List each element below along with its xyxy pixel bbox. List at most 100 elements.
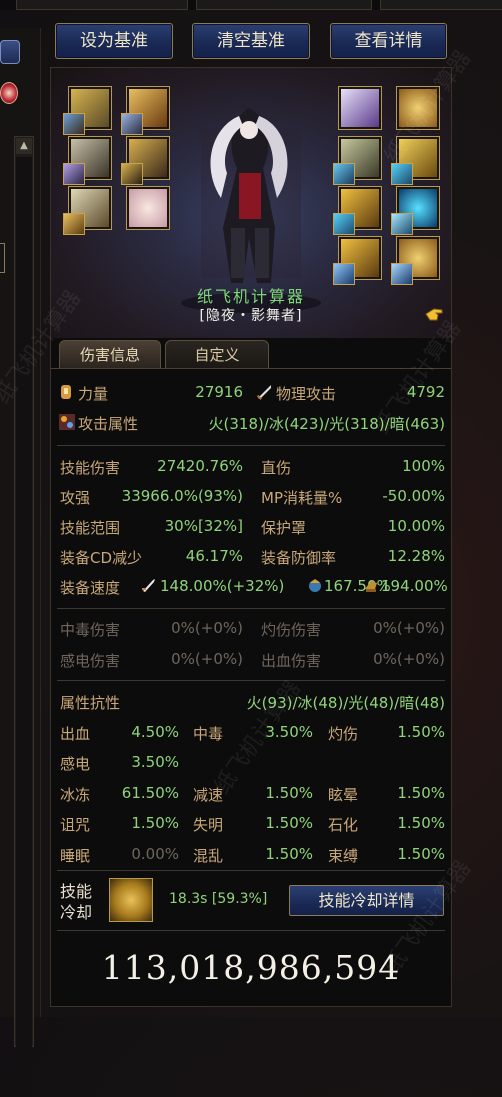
- status-resist-label: 出血: [60, 725, 91, 743]
- top-tab[interactable]: [16, 0, 188, 10]
- equip-slot-head[interactable]: [121, 136, 170, 185]
- resistance-value: 火(93)/冰(48)/光(48)/暗(48): [246, 694, 445, 712]
- status-resist-value: 1.50%: [397, 723, 445, 741]
- equip-slot-top[interactable]: [63, 136, 112, 185]
- bleed-damage-value: 0%(+0%): [373, 650, 445, 668]
- skill-cooldown-icon[interactable]: [109, 878, 153, 922]
- shield-value: 10.00%: [387, 517, 445, 535]
- top-tab-strip: [0, 0, 502, 10]
- shock-damage-label: 感电伤害: [60, 652, 121, 670]
- strength-icon: [61, 385, 71, 399]
- equip-slot-necklace[interactable]: [338, 86, 382, 130]
- set-baseline-button[interactable]: 设为基准: [55, 23, 173, 59]
- status-resist-value: 1.50%: [397, 845, 445, 863]
- burn-damage-label: 灼伤伤害: [261, 621, 322, 639]
- equip-slot-bracelet[interactable]: [396, 86, 440, 130]
- status-resist-label: 失明: [193, 816, 224, 834]
- shock-damage-value: 0%(+0%): [171, 650, 243, 668]
- status-resist-value: 1.50%: [265, 845, 313, 863]
- element-label: 攻击属性: [78, 415, 139, 433]
- divider: [57, 445, 445, 446]
- status-resist-value: 1.50%: [131, 814, 179, 832]
- status-resist-label: 束缚: [328, 847, 359, 865]
- status-resist-value: 1.50%: [265, 784, 313, 802]
- status-resist-label: 中毒: [193, 725, 224, 743]
- mp-cost-value: -50.00%: [382, 487, 445, 505]
- equip-slot-earring[interactable]: [391, 186, 440, 235]
- divider: [57, 930, 445, 931]
- attack-speed-value: 148.00%(+32%): [160, 577, 285, 595]
- skill-damage-label: 技能伤害: [60, 459, 121, 477]
- clear-baseline-button[interactable]: 清空基准: [192, 23, 310, 59]
- view-details-button[interactable]: 查看详情: [330, 23, 447, 59]
- character-class: [隐夜・影舞者]: [199, 308, 303, 324]
- skill-range-value: 30%[32%]: [164, 517, 243, 535]
- equip-slot-magic-stone[interactable]: [333, 186, 382, 235]
- cd-reduce-label: 装备CD减少: [60, 549, 143, 567]
- scrollbar-track[interactable]: [16, 157, 32, 1097]
- status-resist-label: 灼伤: [328, 725, 359, 743]
- direct-damage-label: 直伤: [261, 459, 292, 477]
- cooldown-value: 18.3s [59.3%]: [169, 891, 268, 907]
- poison-damage-value: 0%(+0%): [171, 619, 243, 637]
- phys-attack-value: 4792: [406, 383, 445, 401]
- equip-slot-weapon[interactable]: [63, 86, 112, 135]
- sword-icon: [256, 385, 271, 400]
- status-resist-value: 1.50%: [265, 814, 313, 832]
- equip-slot-legs[interactable]: [63, 186, 112, 235]
- top-tab[interactable]: [380, 0, 502, 10]
- divider: [57, 608, 445, 609]
- equip-slot-support[interactable]: [391, 136, 440, 185]
- total-damage: 113,018,986,594: [101, 948, 401, 987]
- add-icon[interactable]: [0, 82, 18, 104]
- divider: [57, 870, 445, 871]
- status-resist-value: 0.00%: [131, 845, 179, 863]
- tab-custom[interactable]: 自定义: [165, 340, 269, 369]
- status-resist-value: 4.50%: [131, 723, 179, 741]
- status-resist-label: 减速: [193, 786, 224, 804]
- status-resist-label: 诅咒: [60, 816, 91, 834]
- equip-defense-value: 12.28%: [387, 547, 445, 565]
- character-name: 纸飞机计算器: [196, 287, 305, 306]
- equip-slot-title[interactable]: [121, 86, 170, 135]
- cooldown-details-button[interactable]: 技能冷却详情: [289, 885, 444, 916]
- equip-slot-ring[interactable]: [333, 136, 382, 185]
- left-scrollbar[interactable]: ▲: [14, 136, 34, 1097]
- equip-slot-avatar[interactable]: [126, 186, 170, 230]
- side-input-edge[interactable]: [0, 243, 5, 273]
- cooldown-label-2: 冷却: [60, 903, 93, 922]
- status-resist-label: 混乱: [193, 847, 224, 865]
- refresh-icon[interactable]: [0, 40, 20, 64]
- left-side-panel: ▲: [0, 28, 41, 1097]
- cd-reduce-value: 46.17%: [185, 547, 243, 565]
- direct-damage-value: 100%: [402, 457, 445, 475]
- tab-damage-info[interactable]: 伤害信息: [59, 340, 161, 369]
- tab-underline: [51, 368, 451, 369]
- status-resist-value: 1.50%: [397, 814, 445, 832]
- equip-speed-label: 装备速度: [60, 579, 121, 597]
- equip-slot-creature[interactable]: [391, 236, 440, 285]
- move-speed-value: 194.00%: [381, 577, 448, 595]
- pointing-hand-icon[interactable]: [424, 305, 444, 323]
- attack-speed-icon: [142, 579, 155, 592]
- bleed-damage-label: 出血伤害: [261, 652, 322, 670]
- attack-power-label: 攻强: [60, 489, 91, 507]
- element-icon: [59, 414, 75, 430]
- status-resist-label: 感电: [60, 755, 91, 773]
- move-speed-icon: [365, 581, 377, 592]
- status-resist-value: 3.50%: [265, 723, 313, 741]
- cast-speed-icon: [309, 579, 321, 592]
- status-resist-label: 石化: [328, 816, 359, 834]
- character-display: 纸飞机计算器 [隐夜・影舞者]: [51, 68, 451, 338]
- mp-cost-label: MP消耗量%: [261, 489, 343, 507]
- equip-slot-pet[interactable]: [333, 236, 382, 285]
- top-tab[interactable]: [196, 0, 372, 10]
- element-value: 火(318)/冰(423)/光(318)/暗(463): [208, 415, 446, 433]
- divider: [57, 680, 445, 681]
- status-resist-value: 61.50%: [121, 784, 179, 802]
- scroll-up-icon[interactable]: ▲: [16, 138, 32, 154]
- skill-range-label: 技能范围: [60, 519, 121, 537]
- stats-panel: 纸飞机计算器 [隐夜・影舞者] 伤害信息 自定义 力量 27916 物理攻击 4…: [50, 67, 452, 1007]
- equip-defense-label: 装备防御率: [261, 549, 337, 567]
- strength-label: 力量: [78, 385, 109, 403]
